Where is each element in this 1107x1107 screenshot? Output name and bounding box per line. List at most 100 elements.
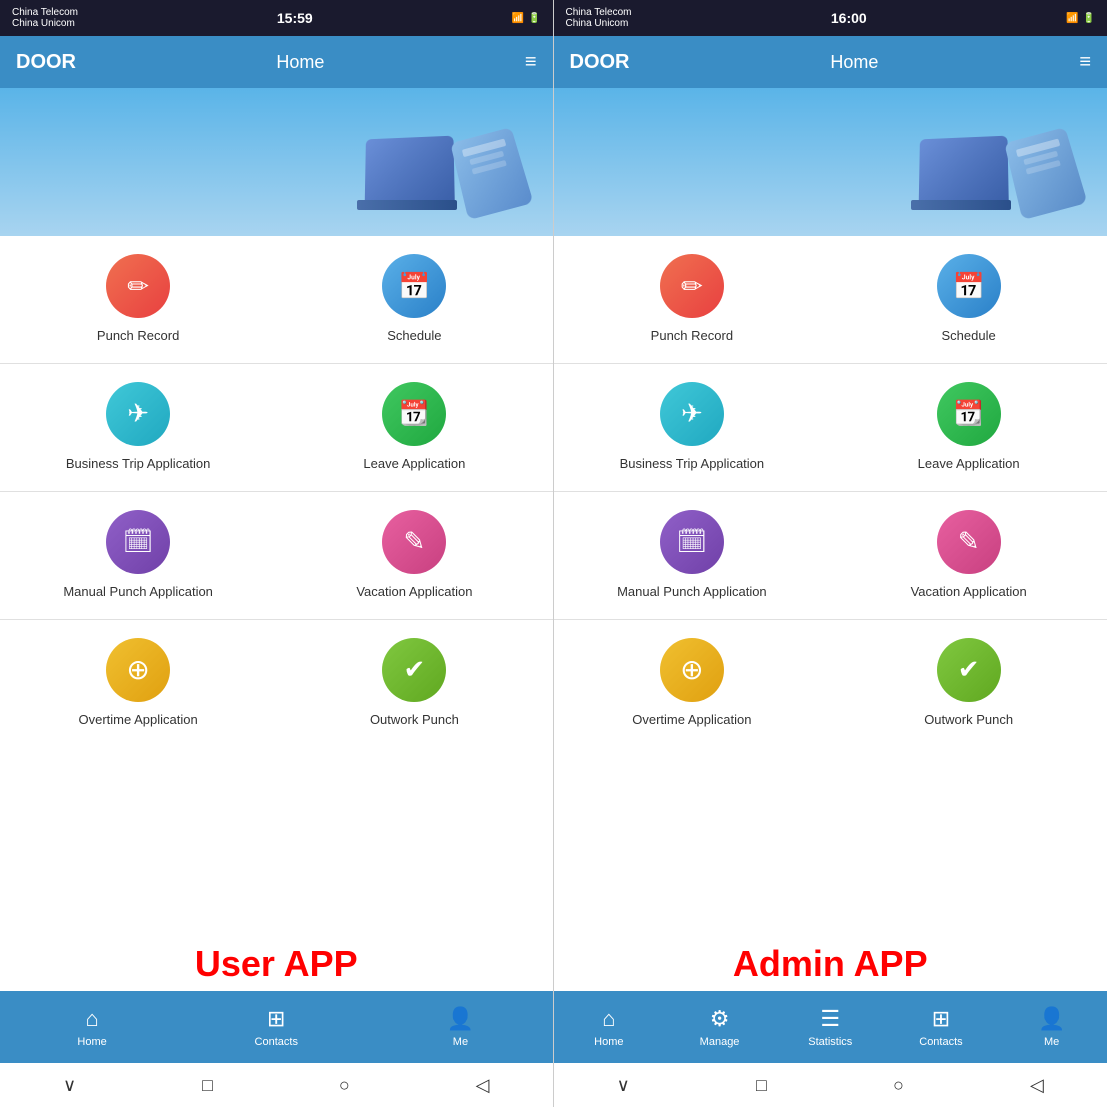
header-title-right: Home [830, 52, 878, 73]
punch-record-label-left: Punch Record [97, 328, 179, 345]
punch-record-cell-left[interactable]: ✏ Punch Record [0, 236, 276, 363]
nav-me-label-right: Me [1044, 1036, 1059, 1048]
time-left: 15:59 [277, 10, 313, 26]
leave-icon-left: 📆 [382, 382, 446, 446]
calc-right [1004, 127, 1087, 220]
sys-home-right[interactable]: ○ [893, 1075, 904, 1096]
app-header-right: DOOR Home ≡ [554, 36, 1107, 88]
sys-back-left[interactable]: ◁ [476, 1075, 490, 1096]
status-icons-right: 📶 🔋 [1066, 13, 1095, 24]
laptop-screen-right [919, 136, 1009, 203]
vacation-cell-right[interactable]: ✎ Vacation Application [830, 492, 1107, 619]
outwork-punch-cell-left[interactable]: ✔ Outwork Punch [276, 620, 552, 747]
business-trip-cell-left[interactable]: ✈ Business Trip Application [0, 364, 276, 491]
schedule-cell-left[interactable]: 📅 Schedule [276, 236, 552, 363]
nav-manage-right[interactable]: ⚙ Manage [664, 991, 775, 1063]
overtime-cell-left[interactable]: ⊕ Overtime Application [0, 620, 276, 747]
status-icons-left: 📶 🔋 [512, 13, 541, 24]
manual-punch-icon-right: 🗓 [660, 510, 724, 574]
carrier1-right: China Telecom [566, 7, 632, 18]
business-trip-cell-right[interactable]: ✈ Business Trip Application [554, 364, 831, 491]
carrier2-right: China Unicom [566, 18, 632, 29]
menu-grid-left: ✏ Punch Record 📅 Schedule ✈ Business Tri… [0, 236, 553, 935]
overtime-label-left: Overtime Application [79, 712, 198, 729]
leave-label-right: Leave Application [918, 456, 1020, 473]
status-bar-right: China Telecom China Unicom 16:00 📶 🔋 [554, 0, 1107, 36]
nav-contacts-label-right: Contacts [919, 1036, 962, 1048]
contacts-icon-right: ⊞ [932, 1006, 950, 1032]
sys-back-right[interactable]: ◁ [1030, 1075, 1044, 1096]
nav-manage-label-right: Manage [700, 1036, 740, 1048]
manual-punch-cell-left[interactable]: 🗓 Manual Punch Application [0, 492, 276, 619]
schedule-label-left: Schedule [387, 328, 441, 345]
vacation-cell-left[interactable]: ✎ Vacation Application [276, 492, 552, 619]
business-trip-label-right: Business Trip Application [620, 456, 765, 473]
grid-row-1-left: ✏ Punch Record 📅 Schedule [0, 236, 553, 364]
bottom-nav-left: ⌂ Home ⊞ Contacts 👤 Me [0, 991, 553, 1063]
leave-cell-left[interactable]: 📆 Leave Application [276, 364, 552, 491]
app-label-left: User APP [0, 935, 553, 991]
punch-record-cell-right[interactable]: ✏ Punch Record [554, 236, 831, 363]
outwork-punch-cell-right[interactable]: ✔ Outwork Punch [830, 620, 1107, 747]
logo-right: DOOR [570, 51, 630, 74]
status-bar-left: China Telecom China Unicom 15:59 📶 🔋 [0, 0, 553, 36]
nav-contacts-right[interactable]: ⊞ Contacts [886, 991, 997, 1063]
sys-recents-right[interactable]: □ [756, 1075, 767, 1096]
overtime-label-right: Overtime Application [632, 712, 751, 729]
sys-recents-left[interactable]: □ [202, 1075, 213, 1096]
manual-punch-icon-left: 🗓 [106, 510, 170, 574]
grid-row-4-left: ⊕ Overtime Application ✔ Outwork Punch [0, 620, 553, 747]
nav-me-right[interactable]: 👤 Me [996, 991, 1107, 1063]
sys-down-right[interactable]: ∨ [617, 1075, 630, 1096]
carrier-info-right: China Telecom China Unicom [566, 7, 632, 29]
sys-nav-right: ∨ □ ○ ◁ [554, 1063, 1107, 1107]
business-trip-label-left: Business Trip Application [66, 456, 211, 473]
schedule-label-right: Schedule [942, 328, 996, 345]
nav-home-left[interactable]: ⌂ Home [0, 991, 184, 1063]
overtime-cell-right[interactable]: ⊕ Overtime Application [554, 620, 831, 747]
banner-right [554, 88, 1107, 236]
laptop-base-left [357, 200, 457, 210]
outwork-punch-label-right: Outwork Punch [924, 712, 1013, 729]
statistics-icon-right: ☰ [820, 1006, 840, 1032]
manual-punch-label-right: Manual Punch Application [617, 584, 767, 601]
sys-home-left[interactable]: ○ [339, 1075, 350, 1096]
business-trip-icon-right: ✈ [660, 382, 724, 446]
left-phone: China Telecom China Unicom 15:59 📶 🔋 DOO… [0, 0, 554, 1107]
nav-contacts-left[interactable]: ⊞ Contacts [184, 991, 368, 1063]
nav-home-right[interactable]: ⌂ Home [554, 991, 665, 1063]
banner-left [0, 88, 553, 236]
nav-me-left[interactable]: 👤 Me [368, 991, 552, 1063]
overtime-icon-right: ⊕ [660, 638, 724, 702]
banner-illustration-right [887, 102, 1087, 222]
schedule-cell-right[interactable]: 📅 Schedule [830, 236, 1107, 363]
grid-row-2-left: ✈ Business Trip Application 📆 Leave Appl… [0, 364, 553, 492]
right-phone: China Telecom China Unicom 16:00 📶 🔋 DOO… [554, 0, 1107, 1107]
sys-down-left[interactable]: ∨ [63, 1075, 76, 1096]
leave-label-left: Leave Application [363, 456, 465, 473]
outwork-punch-label-left: Outwork Punch [370, 712, 459, 729]
leave-cell-right[interactable]: 📆 Leave Application [830, 364, 1107, 491]
schedule-icon-left: 📅 [382, 254, 446, 318]
carrier2-left: China Unicom [12, 18, 78, 29]
menu-icon-left[interactable]: ≡ [525, 51, 537, 74]
nav-me-label-left: Me [453, 1036, 468, 1048]
nav-statistics-label-right: Statistics [808, 1036, 852, 1048]
outwork-punch-icon-left: ✔ [382, 638, 446, 702]
vacation-icon-left: ✎ [382, 510, 446, 574]
grid-row-2-right: ✈ Business Trip Application 📆 Leave Appl… [554, 364, 1107, 492]
logo-left: DOOR [16, 51, 76, 74]
carrier1-left: China Telecom [12, 7, 78, 18]
manual-punch-cell-right[interactable]: 🗓 Manual Punch Application [554, 492, 831, 619]
manual-punch-label-left: Manual Punch Application [63, 584, 213, 601]
grid-row-1-right: ✏ Punch Record 📅 Schedule [554, 236, 1107, 364]
nav-home-label-right: Home [594, 1036, 623, 1048]
laptop-screen-left [364, 136, 454, 203]
home-icon-right: ⌂ [602, 1006, 615, 1032]
overtime-icon-left: ⊕ [106, 638, 170, 702]
time-right: 16:00 [831, 10, 867, 26]
business-trip-icon-left: ✈ [106, 382, 170, 446]
punch-record-label-right: Punch Record [651, 328, 733, 345]
menu-icon-right[interactable]: ≡ [1079, 51, 1091, 74]
nav-statistics-right[interactable]: ☰ Statistics [775, 991, 886, 1063]
